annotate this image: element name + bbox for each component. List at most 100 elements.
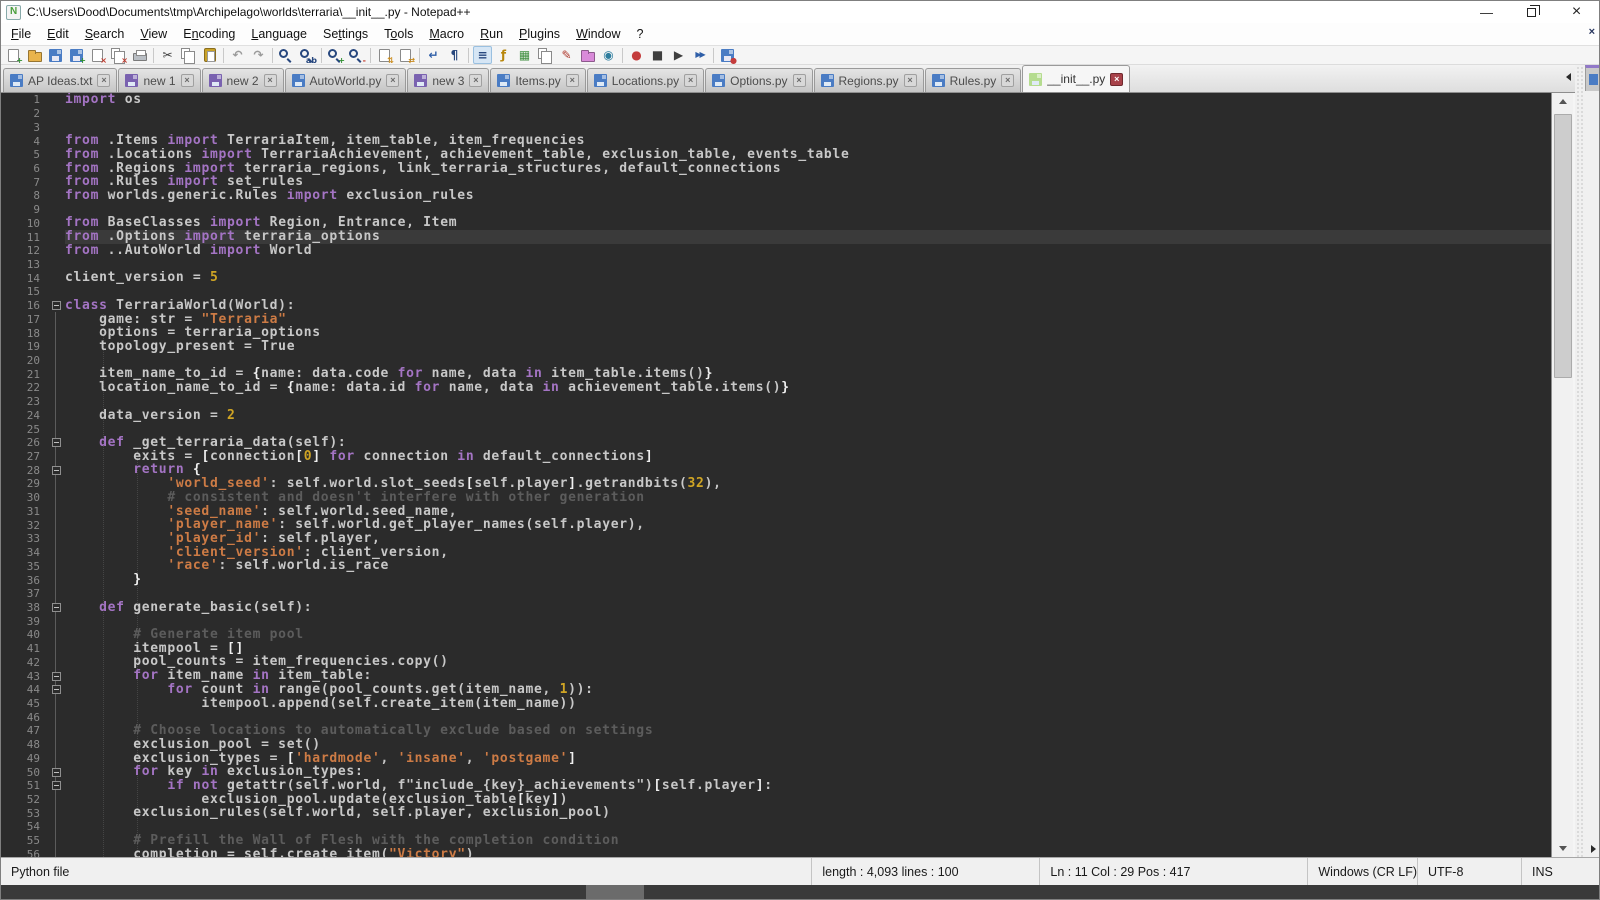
tab-close-icon[interactable]: × <box>566 74 579 87</box>
find-icon[interactable] <box>277 46 296 64</box>
code-line[interactable]: 37 <box>1 587 1551 601</box>
tab-close-icon[interactable]: × <box>386 74 399 87</box>
code-line[interactable]: 16class TerrariaWorld(World): <box>1 299 1551 313</box>
code-line[interactable]: 30 # consistent and doesn't interfere wi… <box>1 491 1551 505</box>
code-line[interactable]: 28 return { <box>1 463 1551 477</box>
code-line[interactable]: 19 topology_present = True <box>1 340 1551 354</box>
code-line[interactable]: 8from worlds.generic.Rules import exclus… <box>1 189 1551 203</box>
status-encoding[interactable]: UTF-8 <box>1417 858 1521 885</box>
tab-close-icon[interactable]: × <box>181 74 194 87</box>
code-editor[interactable]: 1import os234from .Items import Terraria… <box>1 93 1551 857</box>
code-line[interactable]: 51 if not getattr(self.world, f"include_… <box>1 779 1551 793</box>
code-line[interactable]: 54 <box>1 820 1551 834</box>
undo-icon[interactable]: ↶ <box>228 46 247 64</box>
save-file-icon[interactable] <box>46 46 65 64</box>
save-all-icon[interactable]: + <box>67 46 86 64</box>
menu-help[interactable]: ? <box>629 24 652 44</box>
tab-scroll-right-icon[interactable] <box>1591 845 1596 853</box>
code-line[interactable]: 55 # Prefill the Wall of Flesh with the … <box>1 834 1551 848</box>
code-line[interactable]: 34 'client_version': client_version, <box>1 546 1551 560</box>
menu-macro[interactable]: Macro <box>421 24 472 44</box>
tab-close-icon[interactable]: × <box>1110 73 1123 86</box>
sync-horizontal-scrolling-icon[interactable]: ⇄ <box>396 46 415 64</box>
tab-locations-py[interactable]: Locations.py× <box>587 68 704 92</box>
document-list-icon[interactable] <box>536 46 555 64</box>
show-all-characters-icon[interactable]: ¶ <box>445 46 464 64</box>
code-line[interactable]: 22 location_name_to_id = {name: data.id … <box>1 381 1551 395</box>
status-eol-format[interactable]: Windows (CR LF) <box>1307 858 1417 885</box>
code-line[interactable]: 13 <box>1 258 1551 272</box>
scroll-down-button[interactable] <box>1552 840 1573 857</box>
code-line[interactable]: 56 completion = self.create_item("Victor… <box>1 848 1551 857</box>
secondary-close-icon[interactable]: × <box>1589 26 1595 38</box>
fold-collapse-icon[interactable] <box>52 301 61 310</box>
macro-save-icon[interactable]: ● <box>718 46 737 64</box>
code-line[interactable]: 49 exclusion_types = ['hardmode', 'insan… <box>1 752 1551 766</box>
code-line[interactable]: 1import os <box>1 93 1551 107</box>
code-line[interactable]: 33 'player_id': self.player, <box>1 532 1551 546</box>
tab-autoworld-py[interactable]: AutoWorld.py× <box>285 68 407 92</box>
secondary-view-tab[interactable] <box>1585 65 1599 91</box>
menu-window[interactable]: Window <box>568 24 628 44</box>
tab-rules-py[interactable]: Rules.py× <box>925 68 1022 92</box>
menu-view[interactable]: View <box>132 24 175 44</box>
code-line[interactable]: 5from .Locations import TerrariaAchievem… <box>1 148 1551 162</box>
code-line[interactable]: 3 <box>1 120 1551 134</box>
close-button[interactable]: × <box>1554 1 1599 23</box>
code-line[interactable]: 20 <box>1 354 1551 368</box>
code-line[interactable]: 26 def _get_terraria_data(self): <box>1 436 1551 450</box>
tab-close-icon[interactable]: × <box>684 74 697 87</box>
paste-icon[interactable] <box>200 46 219 64</box>
code-line[interactable]: 9 <box>1 203 1551 217</box>
macro-playback-icon[interactable]: ▶ <box>669 46 688 64</box>
tab-options-py[interactable]: Options.py× <box>705 68 812 92</box>
code-line[interactable]: 36 } <box>1 573 1551 587</box>
fold-collapse-icon[interactable] <box>52 466 61 475</box>
code-line[interactable]: 45 itempool.append(self.create_item(item… <box>1 697 1551 711</box>
document-map-icon[interactable]: ▦ <box>515 46 534 64</box>
fold-collapse-icon[interactable] <box>52 438 61 447</box>
code-line[interactable]: 31 'seed_name': self.world.seed_name, <box>1 505 1551 519</box>
menu-run[interactable]: Run <box>472 24 511 44</box>
code-line[interactable]: 39 <box>1 614 1551 628</box>
code-line[interactable]: 15 <box>1 285 1551 299</box>
tab-close-icon[interactable]: × <box>264 74 277 87</box>
zoom-out-icon[interactable]: - <box>347 46 366 64</box>
macro-run-multiple-icon[interactable]: ▶▶ <box>690 46 709 64</box>
menu-edit[interactable]: Edit <box>39 24 77 44</box>
code-line[interactable]: 18 options = terraria_options <box>1 326 1551 340</box>
menu-file[interactable]: File <box>3 24 39 44</box>
print-icon[interactable] <box>130 46 149 64</box>
tab-close-icon[interactable]: × <box>793 74 806 87</box>
code-line[interactable]: 47 # Choose locations to automatically e… <box>1 724 1551 738</box>
redo-icon[interactable]: ↷ <box>249 46 268 64</box>
code-line[interactable]: 53 exclusion_rules(self.world, self.play… <box>1 806 1551 820</box>
show-indent-guide-icon[interactable]: ≡ <box>473 46 492 64</box>
folder-as-workspace-icon[interactable] <box>578 46 597 64</box>
code-line[interactable]: 38 def generate_basic(self): <box>1 601 1551 615</box>
restore-button[interactable] <box>1509 1 1554 23</box>
vertical-scrollbar[interactable] <box>1551 93 1573 857</box>
tab-items-py[interactable]: Items.py× <box>490 68 585 92</box>
code-line[interactable]: 35 'race': self.world.is_race <box>1 559 1551 573</box>
tab-close-icon[interactable]: × <box>904 74 917 87</box>
tab-new-2[interactable]: new 2× <box>202 68 284 92</box>
post-it-icon[interactable]: ✎ <box>557 46 576 64</box>
code-line[interactable]: 2 <box>1 107 1551 121</box>
code-line[interactable]: 41 itempool = [] <box>1 642 1551 656</box>
code-line[interactable]: 43 for item_name in item_table: <box>1 669 1551 683</box>
tab-scroll-left-icon[interactable] <box>1566 73 1571 81</box>
code-line[interactable]: 50 for key in exclusion_types: <box>1 765 1551 779</box>
macro-record-icon[interactable]: ● <box>627 46 646 64</box>
macro-stop-icon[interactable]: ■ <box>648 46 667 64</box>
menu-encoding[interactable]: Encoding <box>175 24 243 44</box>
fold-collapse-icon[interactable] <box>52 685 61 694</box>
code-line[interactable]: 24 data_version = 2 <box>1 409 1551 423</box>
code-line[interactable]: 42 pool_counts = item_frequencies.copy() <box>1 655 1551 669</box>
code-line[interactable]: 6from .Regions import terraria_regions, … <box>1 162 1551 176</box>
tab-close-icon[interactable]: × <box>469 74 482 87</box>
tab-ap-ideas-txt[interactable]: AP Ideas.txt× <box>3 68 117 92</box>
code-line[interactable]: 32 'player_name': self.world.get_player_… <box>1 518 1551 532</box>
tab-regions-py[interactable]: Regions.py× <box>814 68 924 92</box>
close-file-icon[interactable]: × <box>88 46 107 64</box>
